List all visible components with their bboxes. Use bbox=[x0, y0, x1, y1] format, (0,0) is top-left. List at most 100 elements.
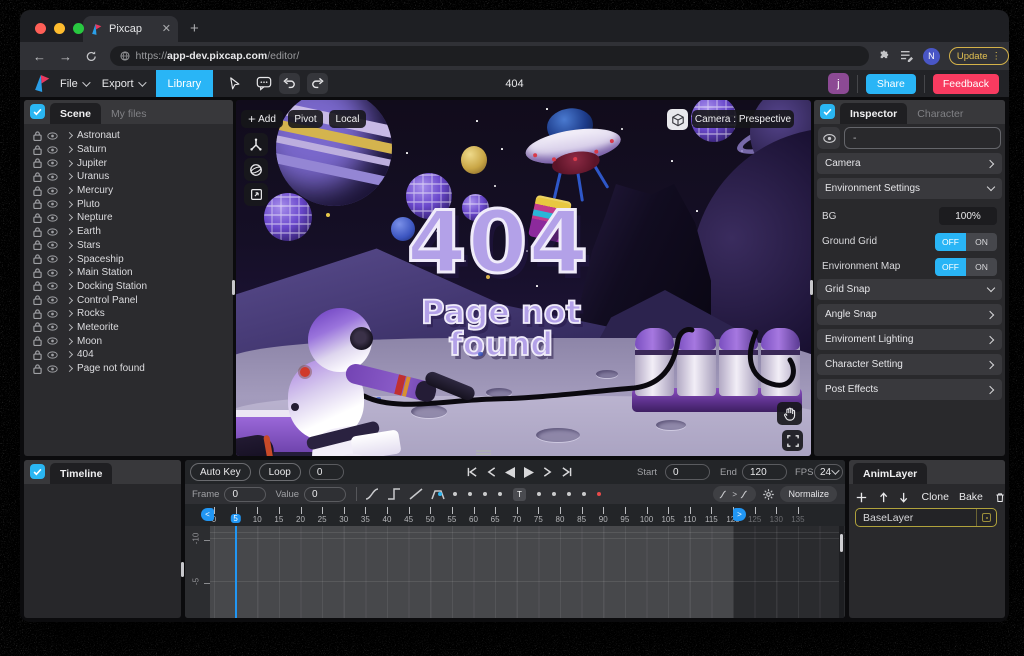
inspector-section-grid-snap[interactable]: Grid Snap bbox=[817, 279, 1002, 300]
timeline-checkbox[interactable] bbox=[30, 464, 45, 479]
forward-icon[interactable]: → bbox=[59, 49, 72, 64]
lock-icon[interactable] bbox=[33, 254, 42, 264]
eye-icon[interactable] bbox=[47, 323, 58, 331]
feedback-button[interactable]: Feedback bbox=[933, 74, 999, 94]
field-value[interactable]: 100% bbox=[939, 207, 997, 225]
prev-frame-icon[interactable] bbox=[487, 467, 496, 477]
minimize-window-button[interactable] bbox=[54, 23, 65, 34]
range-end-marker[interactable]: > bbox=[733, 508, 746, 521]
lock-icon[interactable] bbox=[33, 213, 42, 223]
panel-resize-handle[interactable] bbox=[232, 280, 235, 295]
eye-icon[interactable] bbox=[47, 282, 58, 290]
expand-chevron-icon[interactable] bbox=[66, 310, 73, 317]
timeline-scrollbar[interactable] bbox=[839, 526, 844, 618]
play-reverse-icon[interactable] bbox=[505, 467, 515, 478]
viewport-resize-handle[interactable] bbox=[476, 450, 491, 455]
inspector-section-character-setting[interactable]: Character Setting bbox=[817, 354, 1002, 375]
eye-icon[interactable] bbox=[47, 269, 58, 277]
eye-icon[interactable] bbox=[47, 351, 58, 359]
expand-chevron-icon[interactable] bbox=[66, 160, 73, 167]
bake-layer-button[interactable]: Bake bbox=[959, 491, 983, 503]
eye-icon[interactable] bbox=[47, 365, 58, 373]
share-button[interactable]: Share bbox=[866, 74, 916, 94]
lock-icon[interactable] bbox=[33, 199, 42, 209]
lock-icon[interactable] bbox=[33, 131, 42, 141]
panel-resize-handle[interactable] bbox=[181, 562, 184, 577]
visibility-eye-button[interactable] bbox=[818, 127, 840, 149]
eye-icon[interactable] bbox=[47, 296, 58, 304]
lock-icon[interactable] bbox=[33, 268, 42, 278]
scene-tree-row[interactable]: Earth bbox=[24, 225, 233, 239]
pivot-button[interactable]: Pivot bbox=[288, 110, 323, 128]
browser-tab[interactable]: Pixcap ✕ bbox=[83, 16, 178, 42]
scene-checkbox[interactable] bbox=[30, 104, 45, 119]
keyframe-dot[interactable] bbox=[453, 492, 457, 496]
lock-icon[interactable] bbox=[33, 172, 42, 182]
object-name-field[interactable]: - bbox=[844, 127, 1001, 149]
url-bar[interactable]: https://app-dev.pixcap.com/editor/ bbox=[110, 46, 869, 66]
keyframe-dot[interactable] bbox=[597, 492, 601, 496]
keyframe-dot[interactable] bbox=[552, 492, 556, 496]
play-icon[interactable] bbox=[524, 467, 534, 478]
eye-icon[interactable] bbox=[47, 159, 58, 167]
loop-count-input[interactable]: 0 bbox=[309, 464, 344, 480]
scene-astronaut[interactable] bbox=[274, 305, 504, 456]
scene-tree-row[interactable]: Nepture bbox=[24, 211, 233, 225]
layer-lock-icon[interactable] bbox=[982, 513, 991, 522]
keyframe-dot[interactable] bbox=[567, 492, 571, 496]
viewport-panel[interactable]: 404 Page not found bbox=[236, 100, 811, 456]
lock-icon[interactable] bbox=[33, 309, 42, 319]
eye-icon[interactable] bbox=[47, 310, 58, 318]
scene-tree-row[interactable]: Spaceship bbox=[24, 252, 233, 266]
frame-input[interactable]: 0 bbox=[224, 487, 266, 502]
scene-404-text[interactable]: 404 bbox=[383, 200, 613, 286]
inspector-section-camera[interactable]: Camera bbox=[817, 153, 1002, 174]
lock-icon[interactable] bbox=[33, 364, 42, 374]
curve-pair-button[interactable]: > bbox=[713, 486, 756, 502]
timeline-ruler[interactable]: 0510152025303540455055606570758085909510… bbox=[185, 504, 845, 526]
expand-chevron-icon[interactable] bbox=[66, 242, 73, 249]
window-controls[interactable] bbox=[35, 23, 84, 34]
scene-planet-yellow[interactable] bbox=[461, 146, 487, 174]
lock-icon[interactable] bbox=[33, 350, 42, 360]
close-window-button[interactable] bbox=[35, 23, 46, 34]
gear-icon[interactable] bbox=[762, 488, 775, 501]
inspector-section-environment-settings[interactable]: Environment Settings bbox=[817, 178, 1002, 199]
keyframe-dot[interactable] bbox=[468, 492, 472, 496]
toggle-switch[interactable]: OFFON bbox=[935, 233, 997, 251]
scene-tanks[interactable] bbox=[632, 322, 804, 412]
local-button[interactable]: Local bbox=[329, 110, 366, 128]
tab-my-files[interactable]: My files bbox=[101, 103, 157, 124]
ease-curve-icon[interactable] bbox=[365, 488, 379, 500]
eye-icon[interactable] bbox=[47, 255, 58, 263]
extensions-icon[interactable] bbox=[878, 50, 891, 63]
expand-chevron-icon[interactable] bbox=[66, 351, 73, 358]
loop-button[interactable]: Loop bbox=[259, 463, 301, 481]
eye-icon[interactable] bbox=[47, 214, 58, 222]
lock-icon[interactable] bbox=[33, 295, 42, 305]
expand-chevron-icon[interactable] bbox=[66, 365, 73, 372]
inspector-section-post-effects[interactable]: Post Effects bbox=[817, 379, 1002, 400]
scene-tree-row[interactable]: Stars bbox=[24, 239, 233, 253]
scene-tree-row[interactable]: Pluto bbox=[24, 197, 233, 211]
tab-inspector[interactable]: Inspector bbox=[840, 103, 907, 124]
panel-resize-handle[interactable] bbox=[810, 280, 813, 295]
scene-tree-row[interactable]: Main Station bbox=[24, 266, 233, 280]
expand-chevron-icon[interactable] bbox=[66, 297, 73, 304]
inspector-section-angle-snap[interactable]: Angle Snap bbox=[817, 304, 1002, 325]
scene-tree-row[interactable]: Rocks bbox=[24, 307, 233, 321]
reading-list-icon[interactable] bbox=[900, 50, 914, 62]
expand-chevron-icon[interactable] bbox=[66, 187, 73, 194]
eye-icon[interactable] bbox=[47, 187, 58, 195]
update-button[interactable]: Update⋮ bbox=[949, 47, 1009, 65]
new-tab-button[interactable]: + bbox=[190, 20, 199, 37]
scene-tree-row[interactable]: Moon bbox=[24, 334, 233, 348]
scale-tool-button[interactable] bbox=[244, 183, 268, 206]
lock-icon[interactable] bbox=[33, 336, 42, 346]
lock-icon[interactable] bbox=[33, 158, 42, 168]
expand-chevron-icon[interactable] bbox=[66, 201, 73, 208]
eye-icon[interactable] bbox=[47, 200, 58, 208]
lock-icon[interactable] bbox=[33, 145, 42, 155]
expand-chevron-icon[interactable] bbox=[66, 132, 73, 139]
scene-tree-row[interactable]: Uranus bbox=[24, 170, 233, 184]
